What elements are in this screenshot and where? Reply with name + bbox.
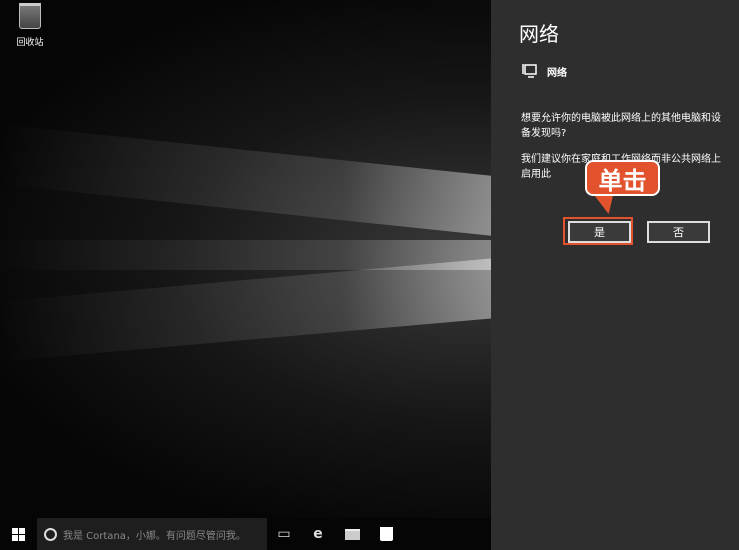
task-view-button[interactable]: ▭ <box>267 526 301 542</box>
network-monitor-icon <box>522 64 537 78</box>
store-bag-icon <box>379 527 393 541</box>
windows-logo-icon <box>12 527 25 541</box>
recycle-bin-icon <box>19 3 41 29</box>
start-button[interactable] <box>0 527 37 541</box>
search-placeholder: 我是 Cortana，小娜。有问题尽管问我。 <box>63 530 246 542</box>
click-callout: 单击 <box>585 160 660 196</box>
folder-icon <box>344 528 360 540</box>
network-panel: 网络 网络 想要允许你的电脑被此网络上的其他电脑和设备发现吗? 我们建议你在家庭… <box>491 0 739 550</box>
taskbar: 我是 Cortana，小娜。有问题尽管问我。 ▭ e <box>0 518 491 550</box>
edge-button[interactable]: e <box>301 526 335 542</box>
light-beam <box>0 124 491 236</box>
task-view-icon: ▭ <box>277 526 291 542</box>
cortana-icon <box>44 527 57 541</box>
discovery-question: 想要允许你的电脑被此网络上的其他电脑和设备发现吗? <box>521 113 721 139</box>
recycle-bin-label: 回收站 <box>16 38 44 48</box>
network-name: 网络 <box>547 67 567 79</box>
desktop-background: 回收站 <box>0 0 491 518</box>
light-beam <box>0 258 491 362</box>
file-explorer-button[interactable] <box>335 528 369 540</box>
edge-icon: e <box>313 526 323 542</box>
store-button[interactable] <box>369 527 403 541</box>
no-button[interactable]: 否 <box>647 221 710 243</box>
yes-button-highlight <box>563 217 633 245</box>
cortana-search-box[interactable]: 我是 Cortana，小娜。有问题尽管问我。 <box>37 518 267 550</box>
panel-title: 网络 <box>519 22 559 46</box>
recycle-bin[interactable]: 回收站 <box>10 3 50 48</box>
network-item: 网络 <box>521 63 567 79</box>
